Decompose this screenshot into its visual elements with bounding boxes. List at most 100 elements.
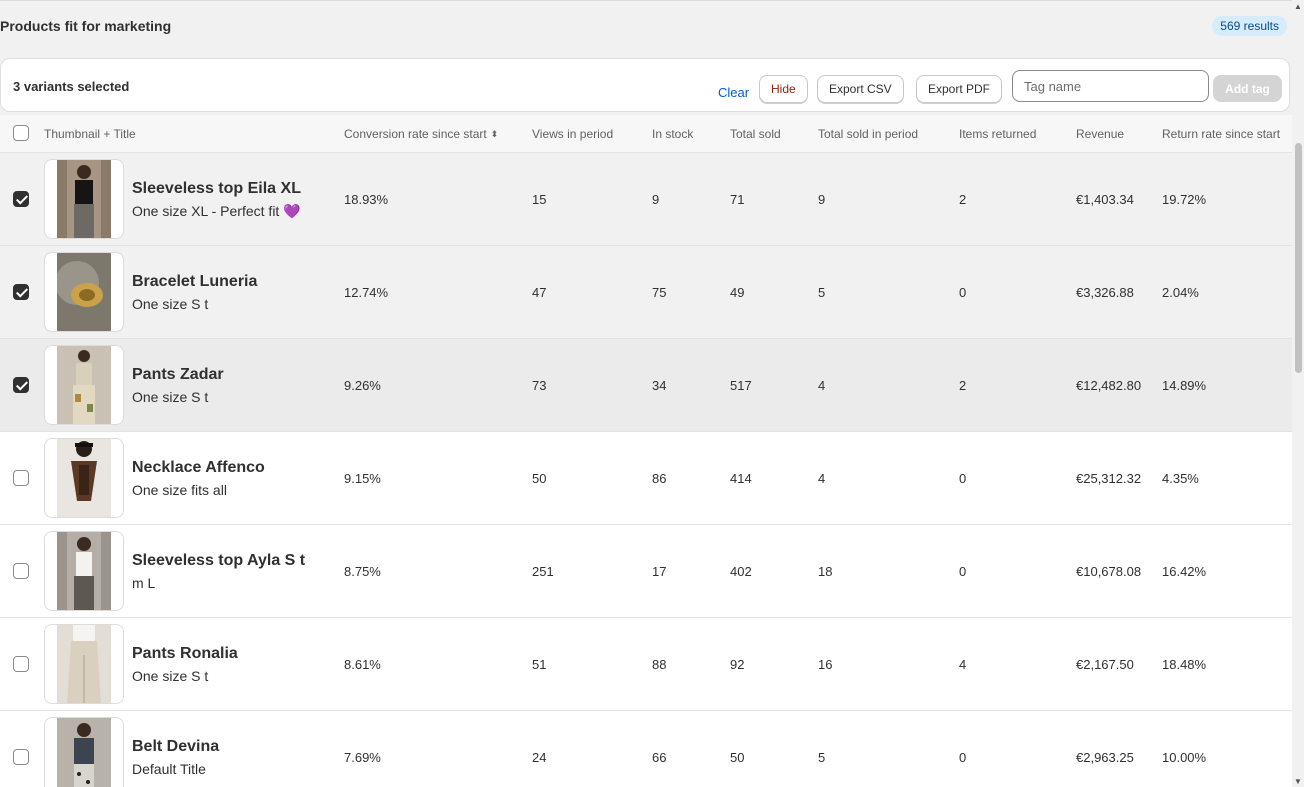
product-image [57, 160, 111, 238]
cell-views: 47 [532, 285, 547, 300]
cell-conversion: 8.61% [344, 657, 381, 672]
row-checkbox[interactable] [13, 377, 29, 393]
table-row[interactable]: Sleeveless top Ayla S t m L 8.75% 251 17… [0, 525, 1292, 618]
table-row[interactable]: Sleeveless top Eila XL One size XL - Per… [0, 153, 1292, 246]
cell-conversion: 18.93% [344, 192, 389, 207]
cell-views: 24 [532, 750, 547, 765]
cell-returned: 0 [959, 750, 967, 765]
product-thumbnail[interactable] [44, 717, 124, 787]
product-image [57, 532, 111, 610]
cell-revenue: €25,312.32 [1076, 471, 1142, 486]
column-header-views[interactable]: Views in period [532, 127, 613, 141]
row-checkbox[interactable] [13, 563, 29, 579]
product-title[interactable]: Pants Ronalia [132, 645, 238, 663]
table-row[interactable]: Pants Ronalia One size S t 8.61% 51 88 9… [0, 618, 1292, 711]
cell-total-sold: 49 [730, 285, 745, 300]
table-row[interactable]: Necklace Affenco One size fits all 9.15%… [0, 432, 1292, 525]
product-title[interactable]: Sleeveless top Ayla S t [132, 552, 305, 570]
cell-stock: 75 [652, 285, 667, 300]
product-thumbnail[interactable] [44, 531, 124, 611]
product-image [57, 253, 111, 331]
cell-conversion: 7.69% [344, 750, 381, 765]
cell-views: 51 [532, 657, 547, 672]
cell-total-sold: 50 [730, 750, 745, 765]
cell-views: 15 [532, 192, 547, 207]
cell-stock: 17 [652, 564, 667, 579]
variant-title: Default Title [132, 761, 206, 777]
export-pdf-button[interactable]: Export PDF [916, 75, 1003, 103]
product-thumbnail[interactable] [44, 438, 124, 518]
scroll-up-arrow-icon[interactable]: ▲ [1294, 2, 1302, 11]
page-title: Products fit for marketing [0, 18, 172, 34]
table-row[interactable]: Belt Devina Default Title 7.69% 24 66 50… [0, 711, 1292, 787]
product-title[interactable]: Pants Zadar [132, 366, 224, 384]
column-header-label: Conversion rate since start [344, 127, 487, 141]
product-image [57, 625, 111, 703]
row-checkbox[interactable] [13, 191, 29, 207]
product-title[interactable]: Necklace Affenco [132, 459, 265, 477]
cell-conversion: 8.75% [344, 564, 381, 579]
cell-sold-period: 4 [818, 378, 826, 393]
cell-views: 50 [532, 471, 547, 486]
cell-return-rate: 14.89% [1162, 378, 1207, 393]
variant-title: One size XL - Perfect fit 💜 [132, 203, 301, 219]
top-divider [0, 0, 1292, 1]
cell-returned: 2 [959, 378, 967, 393]
cell-sold-period: 5 [818, 750, 826, 765]
row-checkbox[interactable] [13, 284, 29, 300]
vertical-scrollbar[interactable]: ▲ ▼ [1292, 0, 1304, 787]
row-checkbox[interactable] [13, 749, 29, 765]
product-thumbnail[interactable] [44, 159, 124, 239]
cell-total-sold: 92 [730, 657, 745, 672]
cell-total-sold: 517 [730, 378, 752, 393]
cell-revenue: €12,482.80 [1076, 378, 1142, 393]
bulk-action-toolbar: 3 variants selected Clear Hide Export CS… [0, 58, 1290, 112]
column-header-stock[interactable]: In stock [652, 127, 693, 141]
selected-count-label: 3 variants selected [13, 79, 130, 94]
cell-revenue: €3,326.88 [1076, 285, 1134, 300]
column-header-conversion[interactable]: Conversion rate since start ⬍ [344, 127, 498, 141]
column-header-return-rate[interactable]: Return rate since start [1162, 127, 1280, 141]
row-checkbox[interactable] [13, 470, 29, 486]
cell-views: 73 [532, 378, 547, 393]
scroll-down-arrow-icon[interactable]: ▼ [1294, 777, 1302, 786]
column-header-title[interactable]: Thumbnail + Title [44, 127, 136, 141]
cell-return-rate: 19.72% [1162, 192, 1207, 207]
product-thumbnail[interactable] [44, 624, 124, 704]
product-thumbnail[interactable] [44, 345, 124, 425]
export-csv-button[interactable]: Export CSV [817, 75, 904, 103]
table-row[interactable]: Pants Zadar One size S t 9.26% 73 34 517… [0, 339, 1292, 432]
cell-revenue: €2,963.25 [1076, 750, 1134, 765]
table-row[interactable]: Bracelet Luneria One size S t 12.74% 47 … [0, 246, 1292, 339]
product-title[interactable]: Belt Devina [132, 738, 219, 756]
cell-conversion: 12.74% [344, 285, 389, 300]
cell-stock: 9 [652, 192, 660, 207]
column-header-returned[interactable]: Items returned [959, 127, 1036, 141]
cell-returned: 0 [959, 285, 967, 300]
hide-button[interactable]: Hide [759, 75, 808, 103]
select-all-checkbox[interactable] [13, 125, 29, 141]
cell-total-sold: 71 [730, 192, 745, 207]
row-checkbox[interactable] [13, 656, 29, 672]
results-count-badge: 569 results [1212, 16, 1287, 36]
tag-name-input[interactable] [1012, 70, 1209, 102]
cell-views: 251 [532, 564, 554, 579]
product-thumbnail[interactable] [44, 252, 124, 332]
clear-selection-button[interactable]: Clear [718, 85, 749, 100]
cell-sold-period: 18 [818, 564, 833, 579]
variant-title: One size S t [132, 389, 209, 405]
cell-sold-period: 4 [818, 471, 826, 486]
product-image [57, 718, 111, 787]
column-header-total-sold[interactable]: Total sold [730, 127, 781, 141]
sort-icon[interactable]: ⬍ [491, 129, 499, 139]
column-header-sold-period[interactable]: Total sold in period [818, 127, 918, 141]
product-title[interactable]: Sleeveless top Eila XL [132, 180, 301, 198]
scrollbar-thumb[interactable] [1295, 143, 1302, 373]
product-title[interactable]: Bracelet Luneria [132, 273, 257, 291]
cell-return-rate: 10.00% [1162, 750, 1207, 765]
cell-sold-period: 16 [818, 657, 833, 672]
add-tag-button[interactable]: Add tag [1213, 75, 1282, 102]
column-header-revenue[interactable]: Revenue [1076, 127, 1124, 141]
cell-revenue: €1,403.34 [1076, 192, 1134, 207]
cell-return-rate: 4.35% [1162, 471, 1199, 486]
